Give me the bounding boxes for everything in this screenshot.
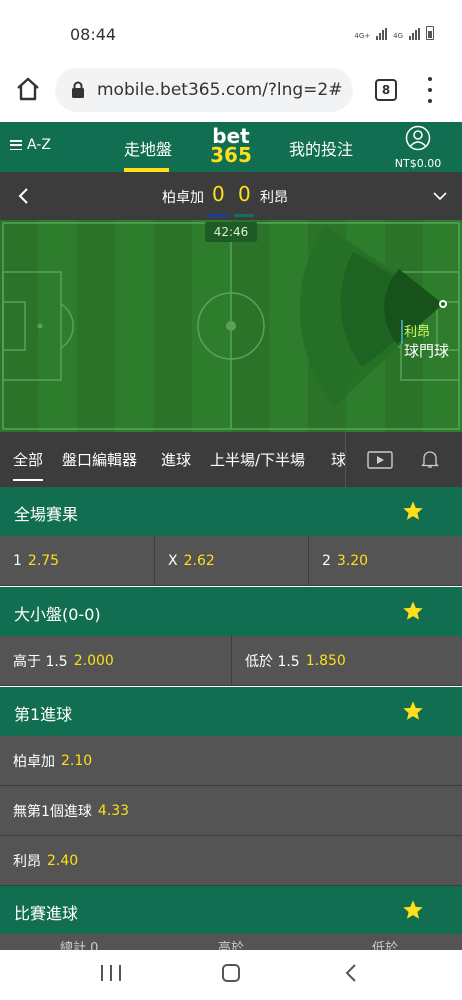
- az-menu-button[interactable]: A-Z: [10, 137, 51, 153]
- home-kit-color: [208, 214, 228, 217]
- odds-button[interactable]: X 2.62: [154, 536, 308, 586]
- browser-toolbar: mobile.bet365.com/?lng=2# 8: [0, 58, 462, 122]
- market-title: 大小盤(0-0): [14, 605, 101, 624]
- selection-label: 無第1個進球: [13, 804, 92, 820]
- star-icon[interactable]: [402, 500, 424, 522]
- market-row: 1 2.75 X 2.62 2 3.20: [0, 536, 462, 586]
- column-header: 高於: [218, 941, 245, 950]
- home-icon[interactable]: [14, 75, 42, 103]
- network-type-label: 4G: [393, 32, 403, 40]
- menu-icon: [10, 140, 22, 150]
- market-header-over-under[interactable]: 大小盤(0-0): [0, 587, 462, 636]
- system-back-icon[interactable]: [345, 963, 357, 983]
- back-icon[interactable]: [16, 186, 30, 206]
- odds-button[interactable]: 低於 1.5 1.850: [231, 636, 462, 686]
- odds-button[interactable]: 1 2.75: [0, 536, 154, 586]
- star-icon[interactable]: [402, 700, 424, 722]
- selection-label: 柏卓加: [13, 754, 55, 770]
- match-pitch: 42:46 利昂 球門球: [0, 220, 462, 432]
- address-bar[interactable]: mobile.bet365.com/?lng=2#: [55, 68, 353, 112]
- system-home-icon[interactable]: [222, 964, 240, 982]
- market-row: 高于 1.5 2.000 低於 1.5 1.850: [0, 636, 462, 686]
- market-column-headers: 總計 0 高於 低於: [0, 934, 462, 950]
- home-score: 0: [212, 182, 225, 206]
- odds-value: 1.850: [305, 653, 346, 669]
- selection-label: 1: [13, 553, 22, 569]
- tab-all[interactable]: 全部: [13, 449, 44, 481]
- account-balance: NT$0.00: [394, 157, 442, 170]
- pitch-field: [0, 220, 462, 432]
- status-icons: 4G+ 4G: [354, 26, 434, 40]
- odds-button[interactable]: 2 3.20: [308, 536, 462, 586]
- account-button[interactable]: NT$0.00: [390, 125, 446, 170]
- selection-label: 低於 1.5: [245, 654, 300, 670]
- column-header: 總計 0: [60, 941, 99, 950]
- odds-button[interactable]: 利昂 2.40: [0, 836, 462, 886]
- lock-icon: [72, 81, 84, 98]
- away-score: 0: [238, 182, 251, 206]
- selection-label: 利昂: [13, 854, 41, 870]
- odds-button[interactable]: 高于 1.5 2.000: [0, 636, 231, 686]
- star-icon[interactable]: [402, 899, 424, 921]
- odds-value: 2.10: [61, 753, 93, 769]
- event-team: 利昂: [404, 325, 431, 340]
- tab-more[interactable]: 球: [331, 449, 346, 470]
- tab-bet-builder[interactable]: 盤口編輯器: [62, 449, 137, 470]
- tab-goals[interactable]: 進球: [161, 449, 191, 470]
- odds-value: 4.33: [97, 803, 130, 819]
- selection-label: 2: [322, 553, 331, 569]
- match-header: 柏卓加 0 0 利昂: [0, 172, 462, 220]
- tab-switcher-icon[interactable]: 8: [375, 79, 397, 101]
- az-label: A-Z: [27, 137, 51, 153]
- user-icon: [405, 125, 431, 151]
- market-title: 全場賽果: [14, 505, 79, 524]
- network-type-label: 4G+: [354, 32, 371, 40]
- battery-icon: [426, 26, 434, 40]
- tab-actions: [345, 432, 462, 487]
- market-title: 第1進球: [14, 705, 73, 724]
- odds-value: 3.20: [336, 553, 369, 569]
- market-header-match-goals[interactable]: 比賽進球: [0, 886, 462, 935]
- away-kit-color: [234, 214, 254, 217]
- odds-button[interactable]: 無第1個進球 4.33: [0, 786, 462, 836]
- selection-label: 高于 1.5: [13, 654, 68, 670]
- market-tabs: 全部 盤口編輯器 進球 上半場/下半場 球: [0, 432, 462, 487]
- nav-inplay[interactable]: 走地盤: [124, 136, 172, 160]
- home-team-name: 柏卓加: [162, 190, 204, 206]
- market-header-first-goal[interactable]: 第1進球: [0, 687, 462, 736]
- recent-apps-icon[interactable]: [101, 965, 121, 981]
- odds-row-content: 柏卓加 2.10: [0, 736, 462, 786]
- event-label: 球門球: [404, 342, 450, 360]
- column-header: 低於: [372, 941, 399, 950]
- tab-halves[interactable]: 上半場/下半場: [210, 449, 305, 470]
- site-header: A-Z 走地盤 bet 365 我的投注 NT$0.00: [0, 122, 462, 172]
- odds-button[interactable]: 柏卓加 2.10: [0, 736, 462, 786]
- system-nav-bar: [0, 950, 462, 1000]
- chevron-down-icon[interactable]: [432, 191, 448, 201]
- away-team-name: 利昂: [260, 190, 288, 206]
- odds-value: 2.75: [27, 553, 60, 569]
- odds-value: 2.62: [183, 553, 215, 569]
- odds-row-content: 利昂 2.40: [0, 836, 462, 886]
- more-vert-icon[interactable]: [425, 77, 435, 103]
- status-bar: 08:44 4G+ 4G: [0, 0, 462, 58]
- odds-row-content: 無第1個進球 4.33: [0, 786, 462, 836]
- status-time: 08:44: [70, 25, 117, 44]
- star-icon[interactable]: [402, 600, 424, 622]
- signal-icon: [409, 28, 420, 40]
- signal-icon: [376, 28, 388, 40]
- bell-icon[interactable]: [421, 449, 439, 469]
- market-header-full-time[interactable]: 全場賽果: [0, 487, 462, 536]
- bet365-logo[interactable]: bet 365: [207, 126, 255, 165]
- nav-my-bets[interactable]: 我的投注: [289, 136, 353, 160]
- odds-value: 2.000: [73, 653, 114, 669]
- selection-label: X: [168, 553, 178, 569]
- odds-value: 2.40: [47, 853, 79, 869]
- match-clock: 42:46: [205, 222, 257, 242]
- video-icon[interactable]: [367, 451, 393, 469]
- url-text: mobile.bet365.com/?lng=2#: [97, 80, 343, 100]
- market-title: 比賽進球: [14, 904, 79, 923]
